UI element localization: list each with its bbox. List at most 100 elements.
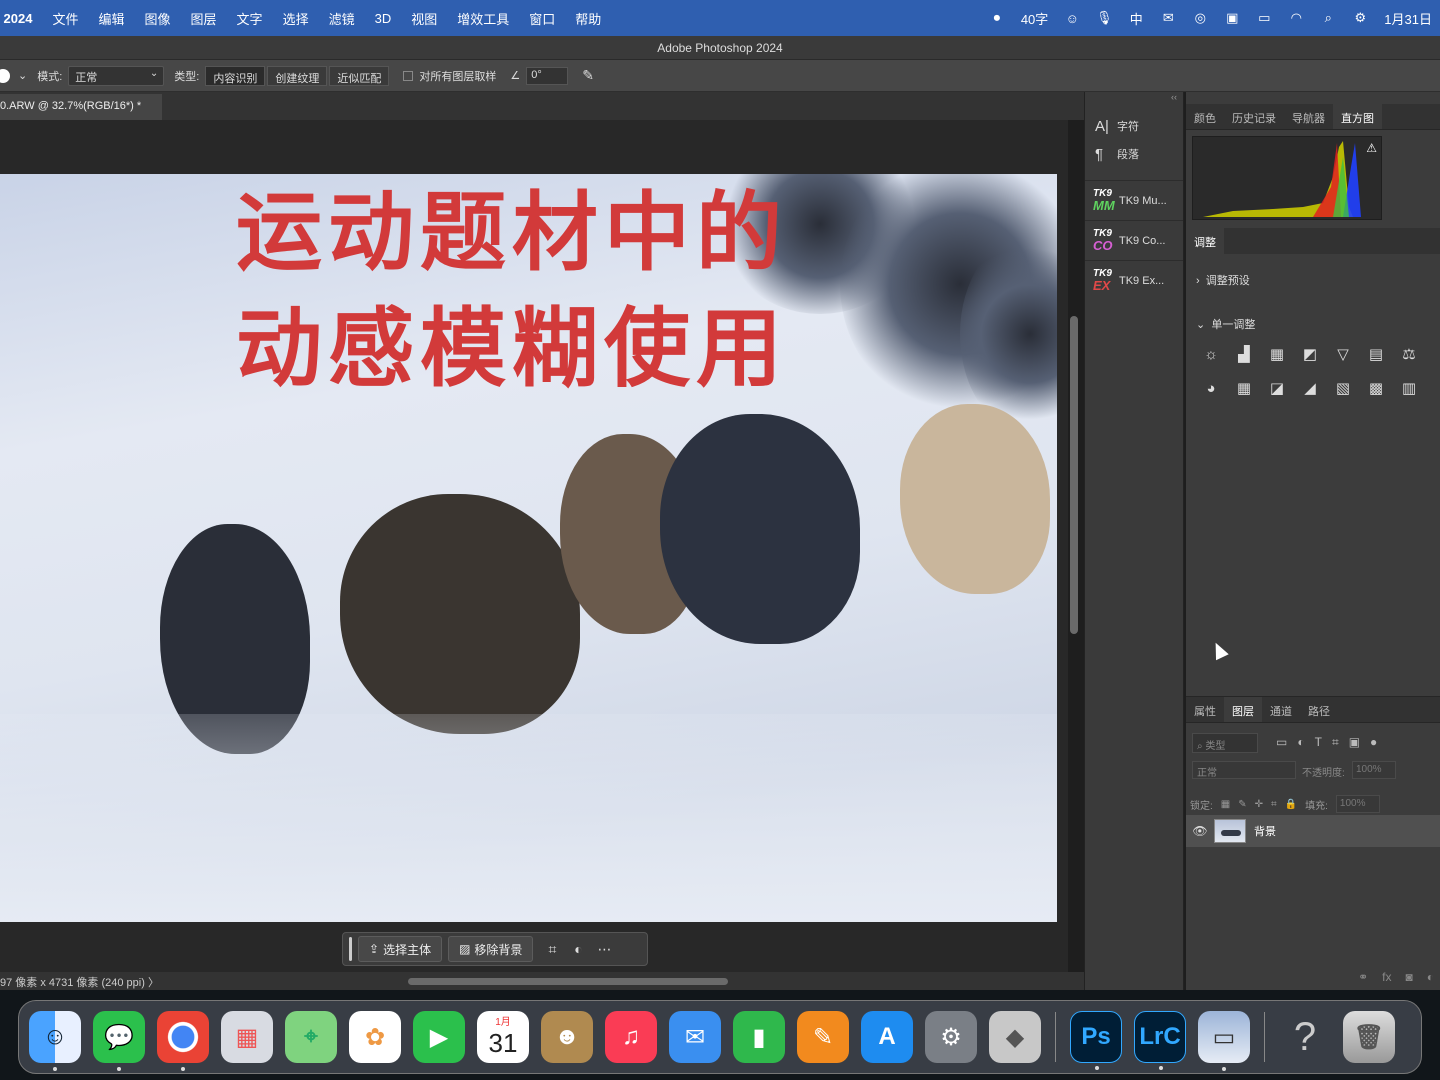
contacts-icon[interactable]: ☻: [541, 1011, 593, 1063]
tab-adjustments[interactable]: 调整: [1186, 228, 1224, 256]
music-icon[interactable]: ♫: [605, 1011, 657, 1063]
image-viewer-icon[interactable]: ▭: [1198, 1011, 1250, 1071]
input-count[interactable]: 40字: [1021, 9, 1048, 28]
system-settings-icon[interactable]: ⚙: [925, 1011, 977, 1063]
color-balance-icon[interactable]: ⚖: [1400, 346, 1418, 364]
menu-view[interactable]: 视图: [411, 9, 437, 28]
posterize-icon[interactable]: ▧: [1334, 380, 1352, 398]
exposure-icon[interactable]: ◩: [1301, 346, 1319, 364]
menu-layer[interactable]: 图层: [191, 9, 217, 28]
maps-icon[interactable]: ⌖: [285, 1011, 337, 1063]
invert-icon[interactable]: ◢: [1301, 380, 1319, 398]
control-center-icon[interactable]: ⚙: [1352, 10, 1368, 26]
document-image[interactable]: [0, 174, 1057, 922]
menu-help[interactable]: 帮助: [575, 9, 601, 28]
type-create-texture-button[interactable]: 创建纹理: [267, 65, 328, 86]
menu-3d[interactable]: 3D: [375, 11, 392, 26]
threshold-icon[interactable]: ▩: [1367, 380, 1385, 398]
tab-paths[interactable]: 路径: [1300, 697, 1338, 722]
pressure-icon[interactable]: ✎: [582, 67, 594, 84]
photo-filter-icon[interactable]: ◪: [1268, 380, 1286, 398]
app-menu[interactable]: o 2024: [0, 11, 32, 26]
new-fill-layer-icon[interactable]: ◐: [1427, 970, 1434, 984]
help-icon[interactable]: ?: [1279, 1011, 1331, 1063]
calendar-icon[interactable]: 1月 31: [477, 1011, 529, 1063]
menu-type[interactable]: 文字: [237, 9, 263, 28]
menu-select[interactable]: 选择: [283, 9, 309, 28]
trash-icon[interactable]: 🗑: [1343, 1011, 1395, 1063]
facetime-icon[interactable]: ▶: [413, 1011, 465, 1063]
lock-transparent-icon[interactable]: ▦: [1221, 799, 1230, 810]
menu-edit[interactable]: 编辑: [99, 9, 125, 28]
fx-icon[interactable]: fx: [1382, 970, 1391, 984]
lock-position-icon[interactable]: ✛: [1255, 799, 1263, 810]
brush-preview-icon[interactable]: [0, 68, 10, 83]
photos-icon[interactable]: ✿: [349, 1011, 401, 1063]
roblox-icon[interactable]: ◆: [989, 1011, 1041, 1063]
smart-object-filter-icon[interactable]: ▣: [1349, 735, 1360, 750]
transform-icon[interactable]: ⌗: [539, 941, 565, 958]
search-icon[interactable]: ⌕: [1320, 10, 1336, 26]
brightness-icon[interactable]: ☼: [1202, 346, 1220, 364]
menu-window[interactable]: 窗口: [529, 9, 555, 28]
more-options-icon[interactable]: ⋯: [591, 941, 617, 958]
taskbar-drag-handle[interactable]: [349, 937, 352, 961]
numbers-icon[interactable]: ▮: [733, 1011, 785, 1063]
tab-history[interactable]: 历史记录: [1224, 104, 1284, 129]
layer-filter-select[interactable]: ⌕ 类型: [1192, 733, 1258, 753]
photoshop-icon[interactable]: Ps: [1070, 1011, 1122, 1070]
document-tab[interactable]: 0.ARW @ 32.7%(RGB/16*) *: [0, 94, 162, 120]
pages-icon[interactable]: ✎: [797, 1011, 849, 1063]
collapse-icon[interactable]: ‹‹: [1085, 92, 1183, 112]
gradient-map-icon[interactable]: ▥: [1400, 380, 1418, 398]
emoji-icon[interactable]: ☺: [1064, 10, 1080, 26]
paragraph-panel-button[interactable]: ¶ 段落: [1085, 140, 1183, 168]
input-method-icon[interactable]: 中: [1128, 10, 1144, 27]
wechat-icon[interactable]: 💬: [93, 1011, 145, 1071]
tab-layers[interactable]: 图层: [1224, 697, 1262, 722]
microphone-icon[interactable]: 🎙: [1096, 10, 1113, 26]
tk9-mu-panel-button[interactable]: TK9 MM TK9 Mu...: [1085, 180, 1183, 220]
lock-paint-icon[interactable]: ✎: [1238, 799, 1246, 810]
adjustment-filter-icon[interactable]: ◐: [1297, 735, 1304, 750]
channel-mixer-icon[interactable]: ▦: [1235, 380, 1253, 398]
tk9-co-panel-button[interactable]: TK9 CO TK9 Co...: [1085, 220, 1183, 260]
battery-icon[interactable]: ▭: [1256, 10, 1272, 26]
remove-background-button[interactable]: ▨ 移除背景: [448, 936, 534, 962]
tab-channels[interactable]: 通道: [1262, 697, 1300, 722]
mask-icon[interactable]: ◐: [565, 941, 591, 957]
tab-properties[interactable]: 属性: [1186, 697, 1224, 722]
brush-dropdown-icon[interactable]: ⌄: [18, 69, 27, 82]
chrome-icon[interactable]: [157, 1011, 209, 1071]
lock-all-icon[interactable]: 🔒: [1285, 799, 1297, 810]
launchpad-icon[interactable]: ▦: [221, 1011, 273, 1063]
character-panel-button[interactable]: A| 字符: [1085, 112, 1183, 140]
lock-artboard-icon[interactable]: ⌗: [1271, 799, 1277, 810]
vertical-scrollbar[interactable]: [1070, 316, 1078, 634]
wechat-icon[interactable]: ✉: [1160, 10, 1176, 26]
shape-filter-icon[interactable]: ⌗: [1332, 735, 1339, 750]
type-content-aware-button[interactable]: 内容识别: [205, 65, 266, 86]
vibrance-icon[interactable]: ▽: [1334, 346, 1352, 364]
menu-file[interactable]: 文件: [52, 9, 78, 28]
add-mask-icon[interactable]: ◙: [1406, 970, 1413, 984]
opacity-input[interactable]: 100%: [1352, 761, 1396, 779]
app-switch-icon[interactable]: ▣: [1224, 10, 1240, 26]
fill-input[interactable]: 100%: [1335, 795, 1380, 813]
horizontal-scrollbar[interactable]: [408, 978, 728, 985]
levels-icon[interactable]: ▟: [1235, 346, 1253, 364]
mail-icon[interactable]: ✉: [669, 1011, 721, 1063]
menu-filter[interactable]: 滤镜: [329, 9, 355, 28]
visibility-eye-icon[interactable]: 👁: [1186, 824, 1214, 838]
pixel-filter-icon[interactable]: ▭: [1276, 735, 1287, 750]
layer-row-background[interactable]: 👁 背景: [1186, 815, 1440, 847]
blend-mode-select[interactable]: 正常: [1192, 761, 1296, 779]
tab-navigator[interactable]: 导航器: [1284, 104, 1333, 129]
wifi-icon[interactable]: ◠: [1288, 10, 1304, 26]
warning-icon[interactable]: ⚠: [1366, 141, 1377, 155]
sample-all-layers-checkbox[interactable]: [403, 70, 414, 81]
creative-cloud-icon[interactable]: ◎: [1192, 10, 1208, 26]
curves-icon[interactable]: ▦: [1268, 346, 1286, 364]
menu-plugins[interactable]: 增效工具: [457, 9, 509, 28]
menu-image[interactable]: 图像: [145, 9, 171, 28]
